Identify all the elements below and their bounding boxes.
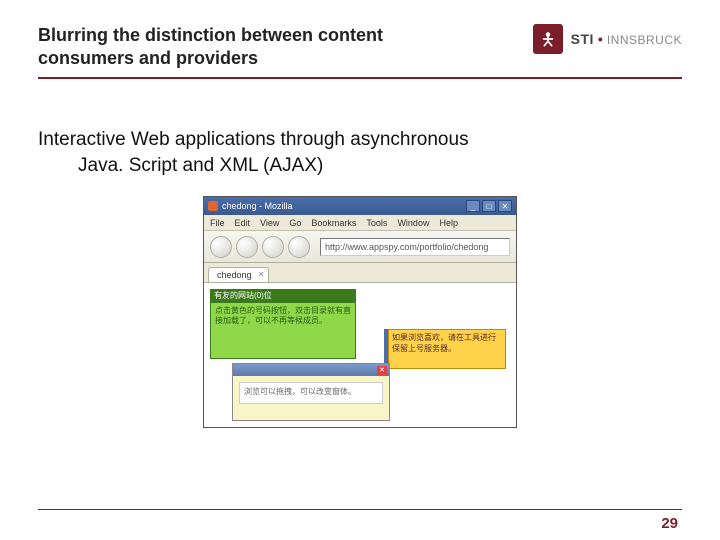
menu-go: Go bbox=[289, 218, 301, 228]
address-bar: http://www.appspy.com/portfolio/chedong bbox=[320, 238, 510, 256]
green-panel: 有友的网站(0)位 点击黄色的号码按钮，双击目录就有直接加载了，可以不再等候成员… bbox=[210, 289, 356, 359]
dialog-body-text: 浏览可以拖拽，可以改变窗体。 bbox=[239, 382, 383, 404]
browser-tab: chedong ✕ bbox=[208, 267, 269, 282]
logo-text-dot: • bbox=[598, 31, 603, 47]
menu-bar: File Edit View Go Bookmarks Tools Window… bbox=[204, 215, 516, 231]
tab-label: chedong bbox=[217, 270, 252, 280]
menu-edit: Edit bbox=[235, 218, 251, 228]
green-panel-header: 有友的网站(0)位 bbox=[211, 290, 355, 302]
menu-file: File bbox=[210, 218, 225, 228]
menu-window: Window bbox=[397, 218, 429, 228]
body-line-2: Java. Script and XML (AJAX) bbox=[38, 153, 682, 179]
logo-text-city: INNSBRUCK bbox=[607, 33, 682, 47]
yellow-panel: 如果浏览喜欢，请在工具进行保留上号服务器。 bbox=[388, 329, 506, 369]
dialog-close-icon: ✕ bbox=[377, 366, 387, 375]
window-titlebar: chedong - Mozilla _ □ ✕ bbox=[204, 197, 516, 215]
slide-title: Blurring the distinction between content… bbox=[38, 24, 478, 69]
green-panel-text: 点击黄色的号码按钮，双击目录就有直接加载了，可以不再等候成员。 bbox=[215, 306, 351, 327]
page-number: 29 bbox=[661, 515, 678, 532]
tab-close-icon: ✕ bbox=[258, 270, 265, 279]
floating-dialog: ✕ 浏览可以拖拽，可以改变窗体。 bbox=[232, 363, 390, 421]
logo-text-sti: STI bbox=[571, 31, 594, 47]
tab-strip: chedong ✕ bbox=[204, 263, 516, 283]
mozilla-icon bbox=[208, 201, 218, 211]
yellow-panel-text: 如果浏览喜欢，请在工具进行保留上号服务器。 bbox=[392, 333, 502, 354]
menu-bookmarks: Bookmarks bbox=[311, 218, 356, 228]
org-logo: STI • INNSBRUCK bbox=[533, 24, 682, 54]
toolbar: http://www.appspy.com/portfolio/chedong bbox=[204, 231, 516, 263]
reload-icon bbox=[262, 236, 284, 258]
menu-view: View bbox=[260, 218, 279, 228]
minimize-icon: _ bbox=[466, 200, 480, 212]
forward-icon bbox=[236, 236, 258, 258]
maximize-icon: □ bbox=[482, 200, 496, 212]
logo-mark-icon bbox=[533, 24, 563, 54]
page-content: 有友的网站(0)位 点击黄色的号码按钮，双击目录就有直接加载了，可以不再等候成员… bbox=[204, 283, 516, 427]
stop-icon bbox=[288, 236, 310, 258]
body-paragraph: Interactive Web applications through asy… bbox=[0, 79, 720, 178]
menu-help: Help bbox=[439, 218, 458, 228]
body-line-1: Interactive Web applications through asy… bbox=[38, 129, 469, 150]
back-icon bbox=[210, 236, 232, 258]
browser-screenshot: chedong - Mozilla _ □ ✕ File Edit View G… bbox=[203, 196, 517, 428]
window-title-text: chedong - Mozilla bbox=[222, 201, 293, 211]
menu-tools: Tools bbox=[366, 218, 387, 228]
dialog-titlebar: ✕ bbox=[233, 364, 389, 376]
footer-divider bbox=[38, 509, 682, 510]
close-icon: ✕ bbox=[498, 200, 512, 212]
